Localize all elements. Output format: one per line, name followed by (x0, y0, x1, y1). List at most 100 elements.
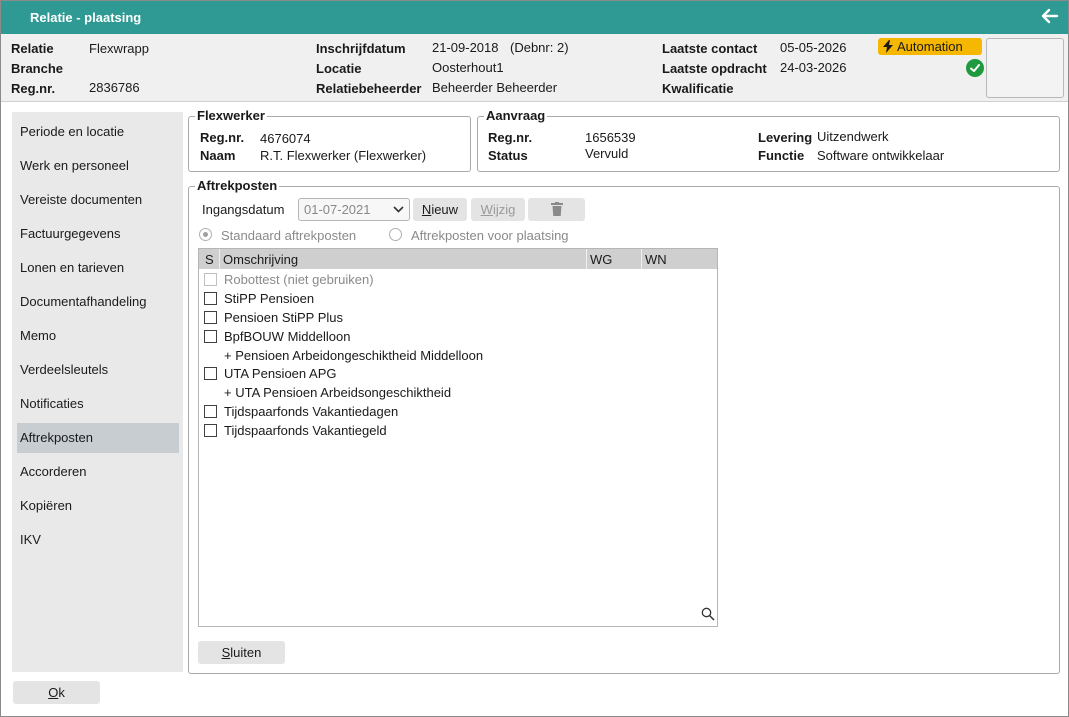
relation-header: Relatie Flexwrapp Branche Reg.nr. 283678… (1, 34, 1068, 102)
row-omschrijving: + UTA Pensioen Arbeidsongeschiktheid (224, 385, 452, 400)
table-row[interactable]: BpfBOUW Middelloon (199, 327, 717, 346)
sidebar-item-lonen-en-tarieven[interactable]: Lonen en tarieven (17, 253, 179, 283)
search-icon[interactable] (701, 607, 715, 624)
ok-label: k (58, 685, 65, 700)
aanvraag-status-value: Vervuld (585, 146, 629, 161)
laatste-opdracht-value: 24-03-2026 (780, 60, 847, 75)
table-row[interactable]: Tijdspaarfonds Vakantiedagen (199, 402, 717, 421)
flexwerker-regnr-value: 4676074 (260, 131, 311, 146)
radio-plaatsing[interactable] (389, 228, 402, 241)
table-row: + Pensioen Arbeidongeschiktheid Middello… (199, 346, 717, 365)
ok-mnemonic: O (48, 685, 59, 700)
flexwerker-naam-value: R.T. Flexwerker (Flexwerker) (260, 148, 427, 163)
sidebar-item-aftrekposten[interactable]: Aftrekposten (17, 423, 179, 453)
automation-badge[interactable]: Automation (878, 38, 982, 55)
title-bar: Relatie - plaatsing (1, 1, 1068, 34)
locatie-value: Oosterhout1 (432, 60, 504, 75)
table-row: Robottest (niet gebruiken) (199, 270, 717, 289)
sidebar-item-memo[interactable]: Memo (17, 321, 179, 351)
laatste-contact-value: 05-05-2026 (780, 40, 847, 55)
aanvraag-legend: Aanvraag (484, 108, 548, 123)
row-omschrijving: StiPP Pensioen (224, 291, 315, 306)
relatie-value: Flexwrapp (89, 41, 149, 56)
column-wg[interactable]: WG (590, 252, 612, 267)
row-checkbox[interactable] (204, 330, 217, 343)
aftrekposten-table: S Omschrijving WG WN Robottest (niet geb… (198, 248, 718, 627)
aanvraag-status-label: Status (488, 148, 528, 163)
delete-button[interactable] (528, 198, 585, 221)
window-title: Relatie - plaatsing (30, 10, 142, 25)
sidebar-item-werk-en-personeel[interactable]: Werk en personeel (17, 151, 179, 181)
row-omschrijving: UTA Pensioen APG (224, 366, 337, 381)
row-omschrijving: Pensioen StiPP Plus (224, 310, 343, 325)
column-wn[interactable]: WN (645, 252, 667, 267)
sidebar-item-notificaties[interactable]: Notificaties (17, 389, 179, 419)
sidebar-item-factuurgegevens[interactable]: Factuurgegevens (17, 219, 179, 249)
nieuw-button[interactable]: Nieuw (413, 198, 467, 221)
wijzig-label: ijzig (492, 202, 516, 217)
row-checkbox[interactable] (204, 367, 217, 380)
row-checkbox (204, 273, 217, 286)
check-circle-icon (966, 59, 984, 77)
column-divider (586, 249, 587, 269)
table-row[interactable]: StiPP Pensioen (199, 289, 717, 308)
radio-standaard-label: Standaard aftrekposten (221, 228, 357, 243)
aanvraag-regnr-label: Reg.nr. (488, 130, 533, 145)
chevron-down-icon (393, 206, 404, 213)
aanvraag-functie-label: Functie (758, 148, 805, 163)
table-row[interactable]: UTA Pensioen APG (199, 364, 717, 383)
photo-placeholder[interactable] (986, 38, 1064, 98)
branche-label: Branche (11, 61, 64, 76)
flexwerker-panel: Flexwerker Reg.nr. 4676074 Naam R.T. Fle… (188, 108, 471, 172)
locatie-label: Locatie (316, 61, 362, 76)
sidebar-item-accorderen[interactable]: Accorderen (17, 457, 179, 487)
row-omschrijving: BpfBOUW Middelloon (224, 329, 351, 344)
sidebar-item-periode-en-locatie[interactable]: Periode en locatie (17, 117, 179, 147)
relatie-label: Relatie (11, 41, 54, 56)
row-checkbox[interactable] (204, 311, 217, 324)
aanvraag-levering-value: Uitzendwerk (817, 129, 889, 144)
aanvraag-functie-value: Software ontwikkelaar (817, 148, 945, 163)
sluiten-label: luiten (230, 645, 262, 660)
flexwerker-regnr-label: Reg.nr. (200, 130, 245, 145)
aftrekposten-legend: Aftrekposten (195, 178, 280, 193)
row-omschrijving: + Pensioen Arbeidongeschiktheid Middello… (224, 348, 484, 363)
sidebar-item-ikv[interactable]: IKV (17, 525, 179, 555)
sluiten-button[interactable]: Sluiten (198, 641, 285, 664)
table-row[interactable]: Tijdspaarfonds Vakantiegeld (199, 421, 717, 440)
table-row[interactable]: Pensioen StiPP Plus (199, 308, 717, 327)
row-checkbox[interactable] (204, 424, 217, 437)
back-arrow-icon[interactable] (1040, 6, 1060, 26)
nieuw-label: ieuw (431, 202, 459, 217)
table-row: + UTA Pensioen Arbeidsongeschiktheid (199, 383, 717, 402)
inschrijfdatum-value: 21-09-2018 (432, 40, 499, 55)
dialog-window: Relatie - plaatsing Relatie Flexwrapp Br… (0, 0, 1069, 717)
radio-plaatsing-label: Aftrekposten voor plaatsing (411, 228, 569, 243)
row-checkbox[interactable] (204, 405, 217, 418)
nieuw-mnemonic: N (421, 202, 432, 217)
automation-label: Automation (897, 39, 963, 54)
radio-standaard[interactable] (199, 228, 212, 241)
wijzig-mnemonic: W (480, 202, 493, 217)
row-omschrijving: Robottest (niet gebruiken) (224, 272, 374, 287)
wijzig-button[interactable]: Wijzig (471, 198, 525, 221)
column-divider (219, 249, 220, 269)
row-checkbox[interactable] (204, 292, 217, 305)
ingangsdatum-select[interactable]: 01-07-2021 (298, 198, 410, 221)
inschrijfdatum-label: Inschrijfdatum (316, 41, 406, 56)
relatiebeheerder-label: Relatiebeheerder (316, 81, 422, 96)
table-header: S Omschrijving WG WN (199, 249, 717, 269)
ok-button[interactable]: Ok (13, 681, 100, 704)
sidebar-item-vereiste-documenten[interactable]: Vereiste documenten (17, 185, 179, 215)
sidebar-nav: Periode en locatie Werk en personeel Ver… (12, 112, 183, 672)
sidebar-item-kopieren[interactable]: Kopiëren (17, 491, 179, 521)
flexwerker-naam-label: Naam (200, 148, 236, 163)
row-omschrijving: Tijdspaarfonds Vakantiedagen (224, 404, 399, 419)
regnr-value: 2836786 (89, 80, 140, 95)
column-s[interactable]: S (205, 252, 214, 267)
sidebar-item-verdeelsleutels[interactable]: Verdeelsleutels (17, 355, 179, 385)
column-omschrijving[interactable]: Omschrijving (223, 252, 298, 267)
debnr-value: (Debnr: 2) (510, 40, 569, 55)
sidebar-item-documentafhandeling[interactable]: Documentafhandeling (17, 287, 179, 317)
aanvraag-panel: Aanvraag Reg.nr. 1656539 Status Vervuld … (477, 108, 1060, 172)
